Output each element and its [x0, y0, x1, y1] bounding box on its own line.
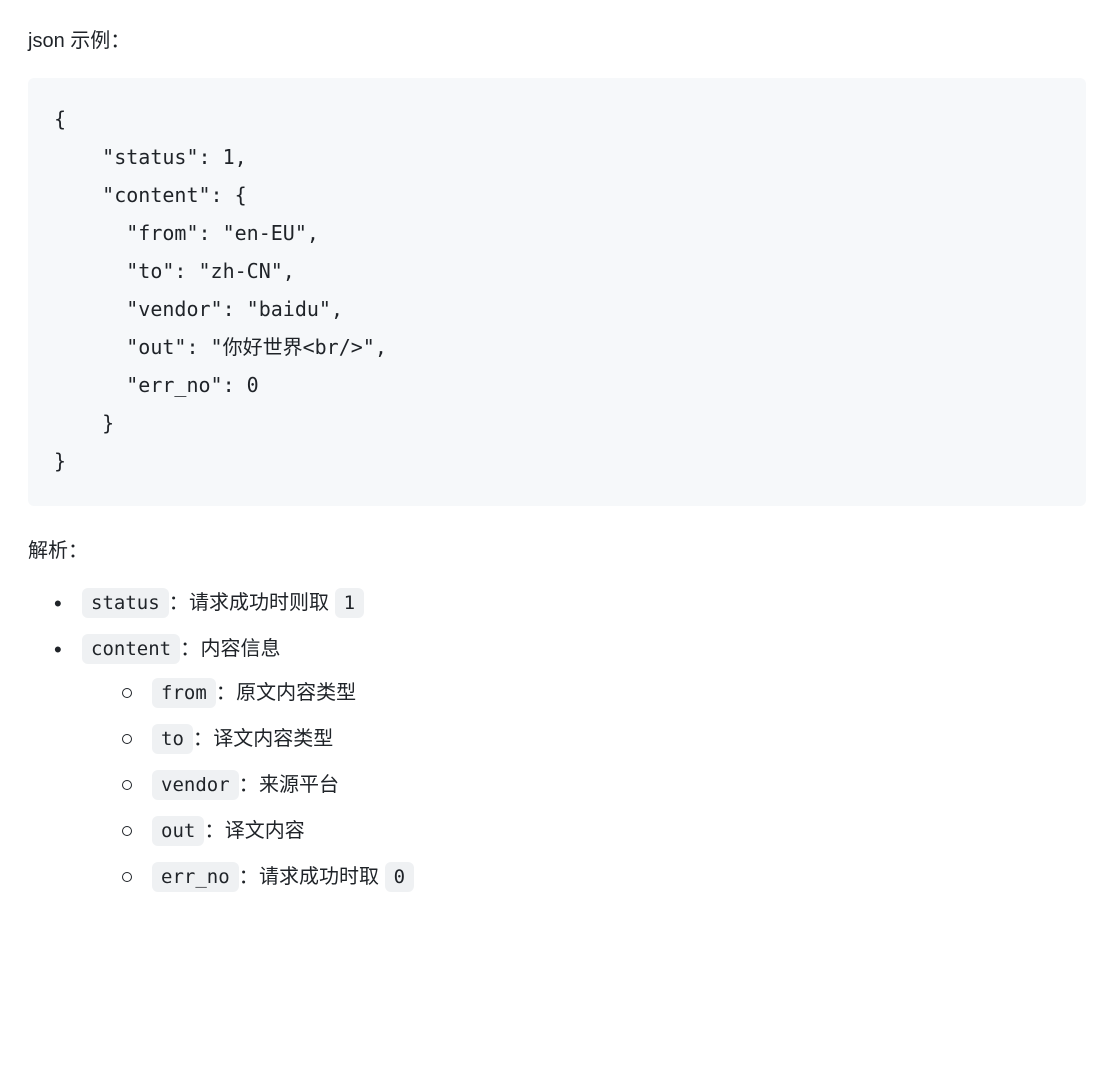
list-item: from：原文内容类型	[118, 676, 1086, 710]
list-item: out：译文内容	[118, 814, 1086, 848]
field-value: 0	[385, 862, 414, 892]
list-item: to：译文内容类型	[118, 722, 1086, 756]
field-key: status	[82, 588, 169, 618]
list-item: status：请求成功时则取 1	[54, 586, 1086, 620]
field-desc: 译文内容	[225, 820, 305, 842]
field-key: vendor	[152, 770, 239, 800]
intro-text: json 示例：	[28, 24, 1086, 58]
separator: ：	[204, 820, 224, 842]
field-key: to	[152, 724, 193, 754]
field-key: from	[152, 678, 216, 708]
field-desc: 来源平台	[259, 774, 339, 796]
field-key: out	[152, 816, 204, 846]
json-code-block: { "status": 1, "content": { "from": "en-…	[28, 78, 1086, 506]
list-item: vendor：来源平台	[118, 768, 1086, 802]
field-desc: 译文内容类型	[213, 728, 333, 750]
list-item: content：内容信息 from：原文内容类型 to：译文内容类型 vendo…	[54, 632, 1086, 894]
separator: ：	[193, 728, 213, 750]
separator: ：	[216, 682, 236, 704]
parse-list: status：请求成功时则取 1 content：内容信息 from：原文内容类…	[28, 586, 1086, 894]
field-desc: 内容信息	[200, 638, 280, 660]
field-key: err_no	[152, 862, 239, 892]
separator: ：	[169, 592, 189, 614]
field-desc: 请求成功时则取	[189, 592, 335, 614]
section-label: 解析：	[28, 534, 1086, 568]
separator: ：	[180, 638, 200, 660]
separator: ：	[239, 866, 259, 888]
list-item: err_no：请求成功时取 0	[118, 860, 1086, 894]
field-key: content	[82, 634, 180, 664]
field-desc: 请求成功时取	[259, 866, 385, 888]
parse-sublist: from：原文内容类型 to：译文内容类型 vendor：来源平台 out：译文…	[82, 676, 1086, 894]
field-desc: 原文内容类型	[236, 682, 356, 704]
field-value: 1	[335, 588, 364, 618]
separator: ：	[239, 774, 259, 796]
